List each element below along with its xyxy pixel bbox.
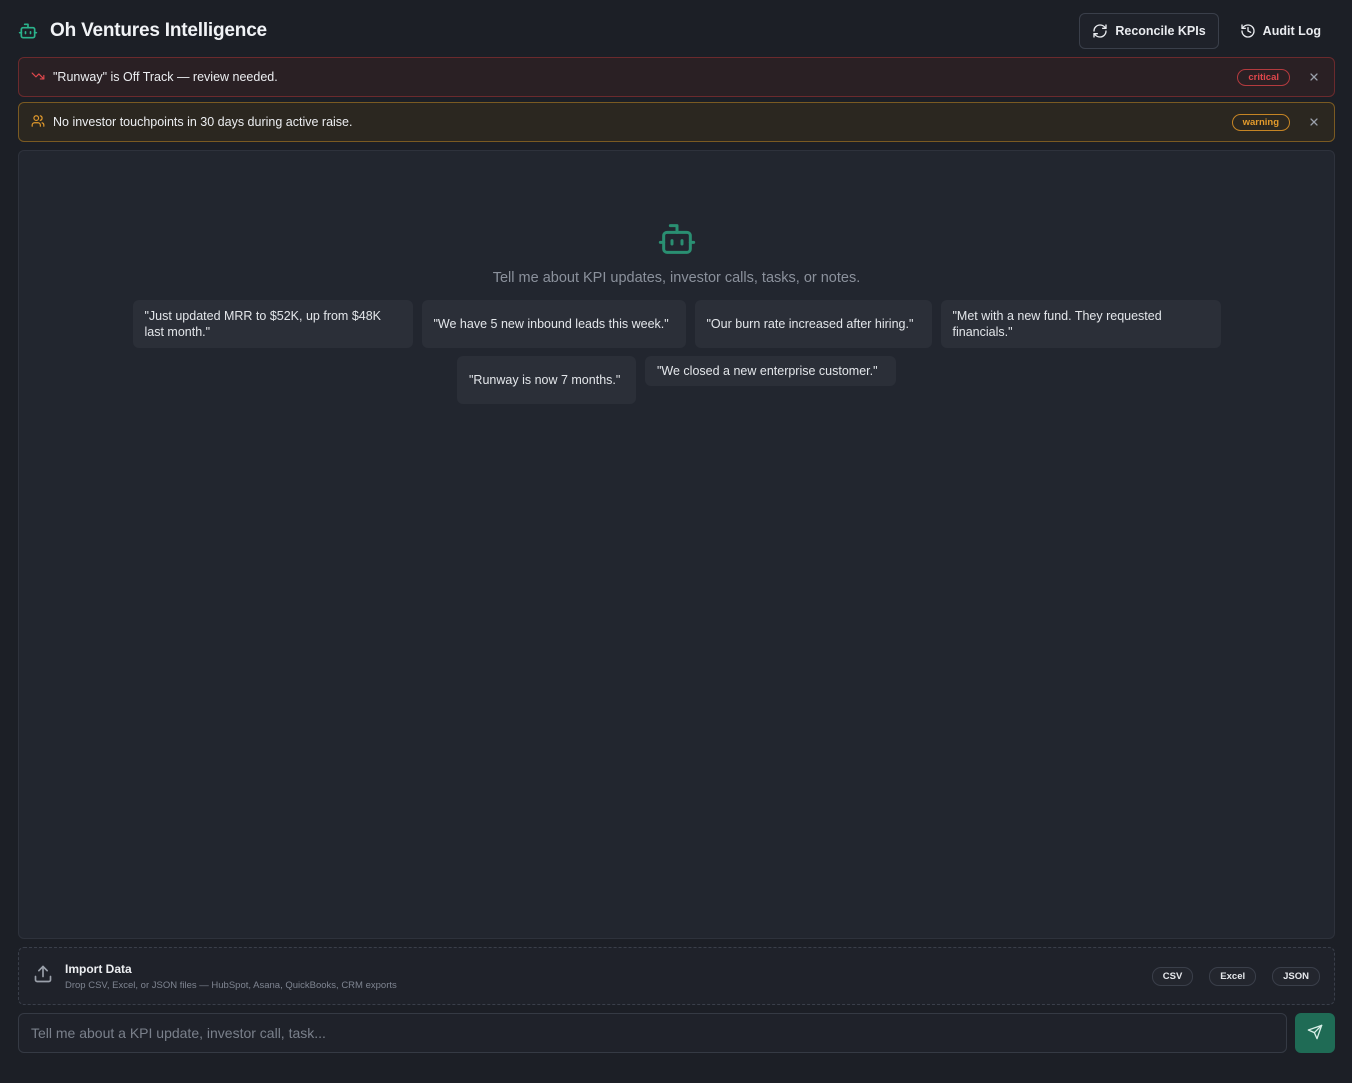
audit-log-label: Audit Log <box>1262 24 1321 38</box>
send-icon <box>1307 1024 1323 1043</box>
audit-log-button[interactable]: Audit Log <box>1227 13 1334 49</box>
import-texts: Import Data Drop CSV, Excel, or JSON fil… <box>65 962 1136 991</box>
send-button[interactable] <box>1295 1013 1335 1053</box>
brand: Oh Ventures Intelligence <box>18 20 267 42</box>
format-badge-excel: Excel <box>1209 966 1257 986</box>
close-icon[interactable] <box>1306 69 1322 85</box>
import-subtitle: Drop CSV, Excel, or JSON files — HubSpot… <box>65 979 397 991</box>
header-actions: Reconcile KPIs Audit Log <box>1079 13 1334 49</box>
refresh-icon <box>1092 23 1108 39</box>
alert-critical: "Runway" is Off Track — review needed. c… <box>18 57 1335 97</box>
import-dropzone[interactable]: Import Data Drop CSV, Excel, or JSON fil… <box>18 947 1335 1005</box>
close-icon[interactable] <box>1306 114 1322 130</box>
reconcile-kpis-label: Reconcile KPIs <box>1115 24 1206 38</box>
users-icon <box>31 114 45 131</box>
suggestion-chip[interactable]: "Our burn rate increased after hiring." <box>694 300 932 348</box>
alert-warning: No investor touchpoints in 30 days durin… <box>18 102 1335 142</box>
suggestion-list: "Just updated MRR to $52K, up from $48K … <box>41 300 1312 404</box>
severity-badge: warning <box>1231 113 1290 131</box>
history-icon <box>1240 23 1256 39</box>
import-title: Import Data <box>65 961 132 976</box>
suggestion-chip[interactable]: "Just updated MRR to $52K, up from $48K … <box>132 300 413 348</box>
upload-icon <box>33 964 53 989</box>
severity-badge: critical <box>1237 68 1290 86</box>
composer <box>18 1013 1335 1053</box>
chat-panel: Tell me about KPI updates, investor call… <box>18 150 1335 939</box>
alert-text: No investor touchpoints in 30 days durin… <box>53 115 353 129</box>
empty-state-text: Tell me about KPI updates, investor call… <box>492 270 861 286</box>
message-input[interactable] <box>18 1013 1287 1053</box>
bot-icon <box>18 21 38 41</box>
format-badge-json: JSON <box>1272 966 1320 986</box>
suggestion-chip[interactable]: "We have 5 new inbound leads this week." <box>421 300 686 348</box>
suggestion-chip[interactable]: "Runway is now 7 months." <box>457 356 636 404</box>
format-badge-csv: CSV <box>1151 966 1194 986</box>
suggestion-chip[interactable]: "We closed a new enterprise customer." <box>645 356 896 386</box>
bot-icon <box>657 219 697 264</box>
app-title: Oh Ventures Intelligence <box>50 20 267 41</box>
trending-down-icon <box>31 69 45 86</box>
alert-text: "Runway" is Off Track — review needed. <box>53 70 278 84</box>
app-header: Oh Ventures Intelligence Reconcile KPIs … <box>18 12 1334 50</box>
suggestion-chip[interactable]: "Met with a new fund. They requested fin… <box>940 300 1221 348</box>
reconcile-kpis-button[interactable]: Reconcile KPIs <box>1079 13 1219 49</box>
